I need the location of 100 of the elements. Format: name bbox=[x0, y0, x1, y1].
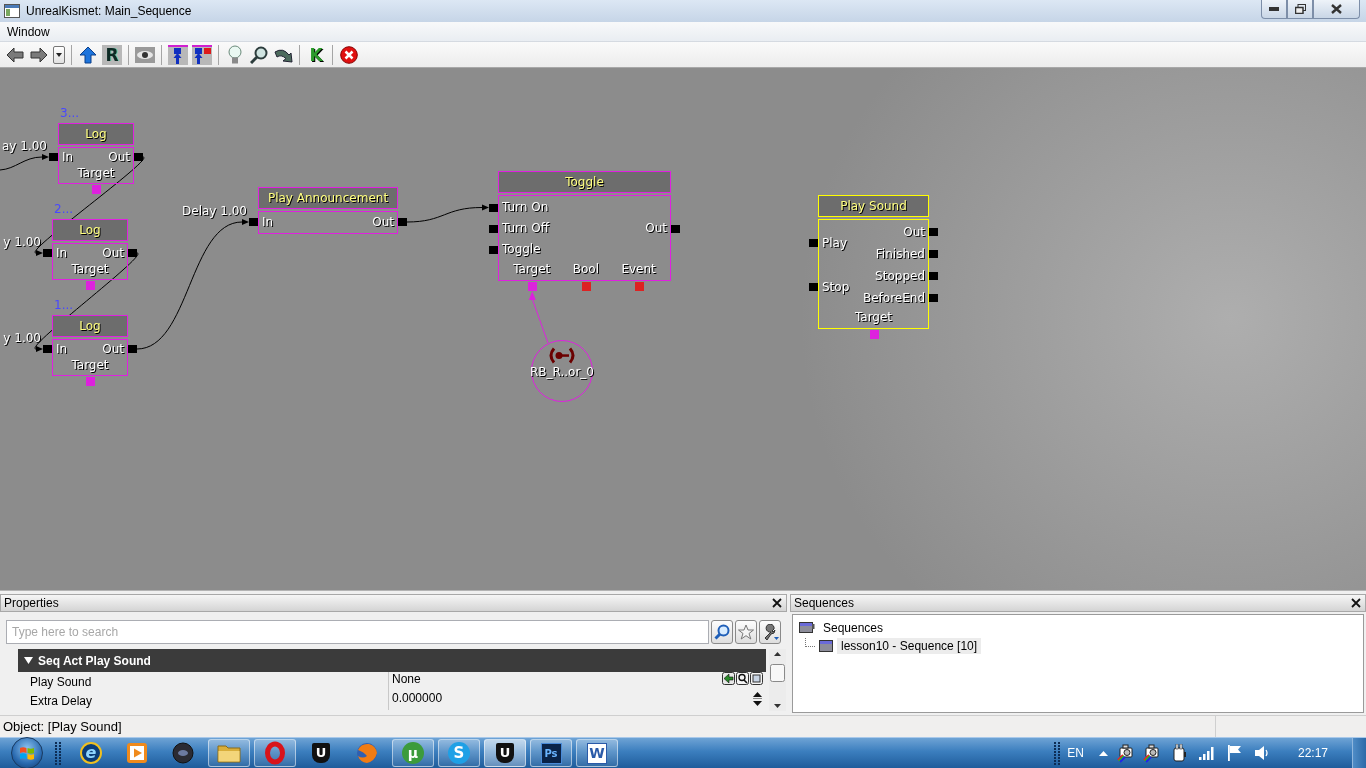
square-icon[interactable] bbox=[750, 672, 763, 685]
close-button[interactable] bbox=[1313, 0, 1360, 19]
delay-label: ay 1.00 bbox=[2, 139, 47, 153]
toolbar-button[interactable]: R bbox=[102, 44, 122, 65]
options-button[interactable] bbox=[759, 620, 781, 644]
menu-item[interactable]: Window bbox=[2, 22, 55, 41]
minimize-icon bbox=[1269, 7, 1279, 11]
caret-icon bbox=[56, 52, 62, 57]
play-tile-icon bbox=[126, 742, 148, 764]
grip-dots-icon[interactable] bbox=[54, 741, 62, 765]
signal-bars-icon[interactable] bbox=[1198, 746, 1215, 760]
output-connector[interactable] bbox=[671, 224, 680, 233]
taskbar-button[interactable]: W bbox=[576, 739, 618, 767]
taskbar-button[interactable]: Ps bbox=[530, 739, 572, 767]
minimize-button[interactable] bbox=[1261, 0, 1287, 19]
search-button[interactable] bbox=[711, 620, 733, 644]
status-text: Object: [Play Sound] bbox=[3, 717, 122, 736]
node-comment: 3... bbox=[60, 106, 80, 120]
port-label: Play bbox=[822, 236, 848, 250]
toolbar-button[interactable]: K bbox=[306, 43, 326, 66]
node-title[interactable]: Play Announcement bbox=[258, 187, 398, 209]
lens-orb-icon bbox=[172, 742, 194, 764]
restore-button[interactable] bbox=[1287, 0, 1313, 19]
search-field[interactable]: Type here to search bbox=[6, 620, 709, 644]
port-label: In bbox=[56, 246, 68, 260]
clock-time[interactable]: 22:17 bbox=[1297, 744, 1328, 762]
up-arrow-icon bbox=[79, 45, 97, 64]
panel-title: Properties bbox=[4, 595, 59, 612]
taskbar-button[interactable]: µ bbox=[392, 739, 434, 767]
language-indicator[interactable]: EN bbox=[1067, 744, 1084, 762]
spinner-arrows-icon[interactable] bbox=[752, 691, 763, 708]
input-connector[interactable] bbox=[489, 245, 498, 254]
close-icon bbox=[772, 598, 782, 608]
port-label: In bbox=[56, 342, 68, 356]
port-label: Finished bbox=[875, 247, 925, 261]
taskbar-button[interactable] bbox=[254, 739, 296, 767]
toolbar-button[interactable] bbox=[168, 43, 188, 66]
input-connector[interactable] bbox=[49, 153, 58, 161]
node-title[interactable]: Play Sound bbox=[818, 195, 929, 217]
property-name: Play Sound bbox=[30, 673, 92, 691]
dropdown-button[interactable] bbox=[53, 45, 65, 64]
flag-logo-icon bbox=[19, 745, 35, 761]
port-label: Stopped bbox=[875, 269, 925, 283]
port-label: In bbox=[262, 215, 274, 229]
input-connector[interactable] bbox=[809, 239, 818, 247]
tree-item[interactable]: Sequences bbox=[819, 620, 888, 636]
variable-link-label: Target bbox=[77, 166, 115, 180]
taskbar-button[interactable]: U bbox=[484, 739, 526, 767]
arrow-left-icon[interactable] bbox=[722, 672, 735, 685]
input-connector[interactable] bbox=[489, 224, 498, 233]
category-header[interactable]: Seq Act Play Sound bbox=[18, 649, 766, 672]
close-circle-icon bbox=[340, 45, 358, 64]
port-label: Out bbox=[372, 215, 394, 229]
taskbar-button[interactable]: U bbox=[300, 739, 342, 767]
input-connector[interactable] bbox=[489, 203, 498, 212]
taskbar-button[interactable] bbox=[208, 739, 250, 767]
lightbulb-icon bbox=[228, 45, 242, 64]
variable-link-label: Target bbox=[513, 262, 551, 276]
camera-icon[interactable] bbox=[1142, 743, 1161, 763]
close-icon bbox=[1351, 598, 1361, 608]
node-title[interactable]: Toggle bbox=[498, 171, 671, 193]
sequence-icon bbox=[819, 640, 833, 652]
globe-logo-icon bbox=[356, 742, 378, 764]
toolbar-button[interactable] bbox=[339, 43, 359, 66]
input-connector[interactable] bbox=[809, 283, 818, 291]
up-triangle-icon bbox=[1098, 750, 1108, 756]
speaker-icon[interactable] bbox=[1253, 745, 1268, 761]
arcs-dot-icon bbox=[548, 347, 576, 364]
star-icon bbox=[738, 624, 754, 640]
port-label: BeforeEnd bbox=[862, 291, 925, 305]
variable-link-label: Bool bbox=[572, 262, 599, 276]
scrollbar[interactable] bbox=[769, 649, 786, 711]
taskbar-button[interactable]: e bbox=[70, 739, 112, 767]
camera-icon[interactable] bbox=[1116, 743, 1135, 763]
connection-wire bbox=[528, 291, 549, 344]
window-title: UnrealKismet: Main_Sequence bbox=[26, 3, 192, 20]
show-desktop-button[interactable] bbox=[1352, 738, 1366, 768]
app-icon bbox=[4, 4, 20, 18]
input-connector[interactable] bbox=[249, 218, 258, 226]
node-title[interactable]: Log bbox=[52, 315, 128, 337]
delay-label: y 1.00 bbox=[3, 331, 41, 345]
variable-label: RB_R..or_0 bbox=[530, 365, 594, 379]
tree-item[interactable]: lesson10 - Sequence [10] bbox=[837, 638, 982, 654]
flag-icon[interactable] bbox=[1226, 745, 1242, 761]
node-title[interactable]: Log bbox=[52, 219, 128, 241]
power-plug-icon[interactable] bbox=[1172, 744, 1187, 762]
taskbar-button[interactable]: S bbox=[438, 739, 480, 767]
input-connector[interactable] bbox=[43, 249, 52, 257]
show-hidden-icons-button[interactable] bbox=[1098, 750, 1108, 756]
magnifier-icon[interactable] bbox=[736, 672, 749, 685]
port-label: In bbox=[62, 150, 74, 164]
grip-dots-icon[interactable] bbox=[1053, 741, 1062, 765]
ring-logo-icon bbox=[264, 741, 286, 765]
input-connector[interactable] bbox=[43, 345, 52, 353]
back-arrow-icon bbox=[6, 45, 24, 64]
start-button[interactable] bbox=[11, 737, 43, 768]
curved-arrow-icon bbox=[273, 46, 293, 63]
node-title[interactable]: Log bbox=[58, 123, 134, 145]
port-label: Out bbox=[108, 150, 130, 164]
toolbar-button[interactable] bbox=[192, 43, 212, 66]
